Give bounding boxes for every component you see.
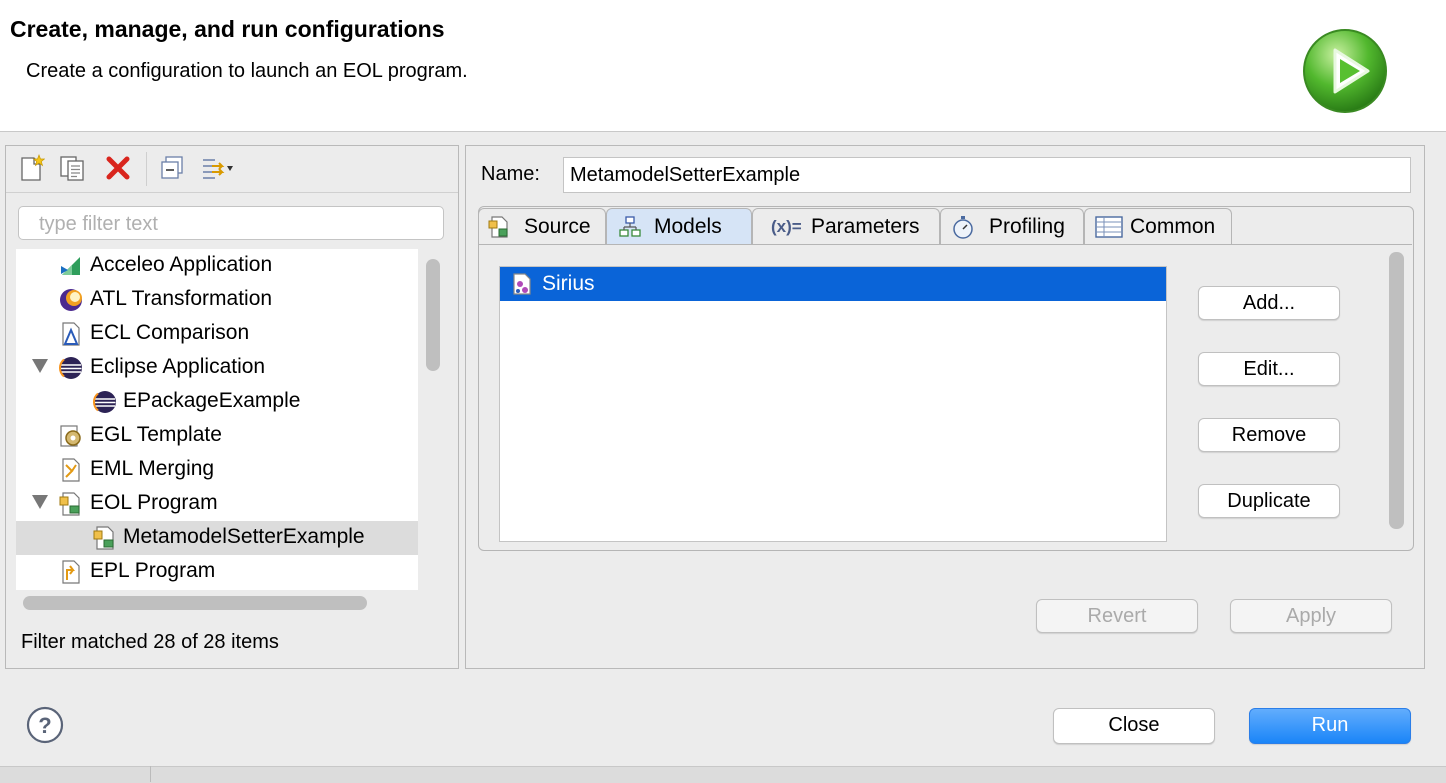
models-icon: [619, 216, 641, 237]
tree-item-label: MetamodelSetterExample: [123, 525, 365, 548]
dialog-title: Create, manage, and run configurations: [10, 16, 445, 42]
tree-item-egl-template[interactable]: EGL Template: [16, 419, 418, 453]
apply-button[interactable]: Apply: [1230, 599, 1392, 633]
run-button[interactable]: Run: [1249, 708, 1411, 744]
bottom-edge-divider: [150, 766, 151, 782]
help-icon[interactable]: ?: [26, 706, 64, 744]
models-list[interactable]: Sirius: [499, 266, 1167, 542]
stopwatch-icon: [953, 216, 973, 239]
tree-item-epackageexample[interactable]: EPackageExample: [16, 385, 418, 419]
tree-item-eol-program[interactable]: EOL Program: [16, 487, 418, 521]
close-button[interactable]: Close: [1053, 708, 1215, 744]
tree-item-label: ECL Comparison: [90, 321, 250, 344]
tree-item-acceleo-application[interactable]: Acceleo Application: [16, 249, 418, 283]
tree-item-eclipse-application[interactable]: Eclipse Application: [16, 351, 418, 385]
new-launch-configuration-icon[interactable]: [17, 154, 45, 182]
filter-status-text: Filter matched 28 of 28 items: [21, 631, 279, 653]
eol-icon: [93, 526, 114, 550]
expand-toggle-icon[interactable]: [32, 495, 48, 509]
add-button[interactable]: Add...: [1198, 286, 1340, 320]
expand-toggle-icon[interactable]: [32, 359, 48, 373]
tab-parameters[interactable]: (x)= Parameters: [752, 208, 940, 244]
configuration-editor-panel: Name: MetamodelSetterExample Source Mode…: [465, 145, 1425, 669]
eol-icon: [59, 492, 80, 516]
table-icon: [1095, 216, 1123, 238]
tree-vertical-scrollbar[interactable]: [426, 259, 440, 371]
egl-icon: [60, 425, 81, 447]
tree-item-label: EGL Template: [90, 423, 222, 446]
filter-input[interactable]: type filter text: [18, 206, 444, 240]
delete-icon[interactable]: [104, 154, 132, 182]
eclipse-icon: [58, 357, 82, 379]
source-icon: [488, 216, 508, 238]
tree-item-label: EPL Program: [90, 559, 216, 582]
eclipse-icon: [92, 391, 116, 413]
tree-item-metamodelsetterexample[interactable]: MetamodelSetterExample: [16, 521, 418, 555]
tree-item-epl-program[interactable]: EPL Program: [16, 555, 418, 589]
tab-label: Source: [524, 215, 591, 238]
tree-item-label: ATL Transformation: [90, 287, 273, 310]
toolbar-separator: [146, 152, 147, 186]
tree-item-label: EOL Program: [90, 491, 218, 514]
tree-item-eml-merging[interactable]: EML Merging: [16, 453, 418, 487]
model-icon: [513, 273, 531, 295]
tree-item-label: EML Merging: [90, 457, 215, 480]
list-item-label: Sirius: [542, 272, 595, 295]
window-bottom-edge: [0, 766, 1446, 783]
tree-item-atl-transformation[interactable]: ATL Transformation: [16, 283, 418, 317]
collapse-all-icon[interactable]: [159, 154, 187, 182]
tab-source[interactable]: Source: [478, 208, 606, 244]
tree-item-ecl-comparison[interactable]: ECL Comparison: [16, 317, 418, 351]
tree-item-label: Acceleo Application: [90, 253, 273, 276]
tree-horizontal-scrollbar[interactable]: [23, 596, 367, 610]
dialog-subtitle: Create a configuration to launch an EOL …: [26, 60, 468, 82]
atl-icon: [60, 289, 82, 311]
duplicate-button[interactable]: Duplicate: [1198, 484, 1340, 518]
configuration-list-panel: type filter text Acceleo Application ATL…: [5, 145, 459, 669]
dialog-header: Create, manage, and run configurations C…: [0, 0, 1446, 132]
remove-button[interactable]: Remove: [1198, 418, 1340, 452]
tree-item-label: Eclipse Application: [90, 355, 266, 378]
tab-label: Parameters: [811, 215, 920, 238]
run-logo-icon: [1303, 29, 1387, 113]
tab-common[interactable]: Common: [1084, 208, 1232, 244]
name-field[interactable]: MetamodelSetterExample: [563, 157, 1411, 193]
tab-strip: Source Models (x)= Parameters Profiling: [478, 208, 1412, 244]
tab-label: Common: [1130, 215, 1216, 238]
eml-icon: [62, 458, 80, 482]
tree-item-label: EPackageExample: [123, 389, 301, 412]
ecl-icon: [62, 322, 80, 346]
duplicate-icon[interactable]: [58, 154, 86, 182]
epl-icon: [62, 560, 80, 584]
tab-label: Models: [654, 215, 722, 238]
acceleo-icon: [61, 257, 80, 275]
edit-button[interactable]: Edit...: [1198, 352, 1340, 386]
parameters-icon: (x)=: [771, 217, 802, 236]
toolbar-divider: [6, 192, 458, 193]
revert-button[interactable]: Revert: [1036, 599, 1198, 633]
svg-text:?: ?: [38, 713, 51, 738]
configuration-tree: Acceleo Application ATL Transformation E…: [16, 249, 418, 590]
tab-models[interactable]: Models: [606, 208, 752, 244]
tab-profiling[interactable]: Profiling: [940, 208, 1084, 244]
list-item[interactable]: Sirius: [500, 267, 1166, 301]
tab-label: Profiling: [989, 215, 1065, 238]
filter-icon[interactable]: [200, 154, 234, 182]
name-label: Name:: [481, 163, 540, 185]
models-vertical-scrollbar[interactable]: [1389, 252, 1404, 529]
